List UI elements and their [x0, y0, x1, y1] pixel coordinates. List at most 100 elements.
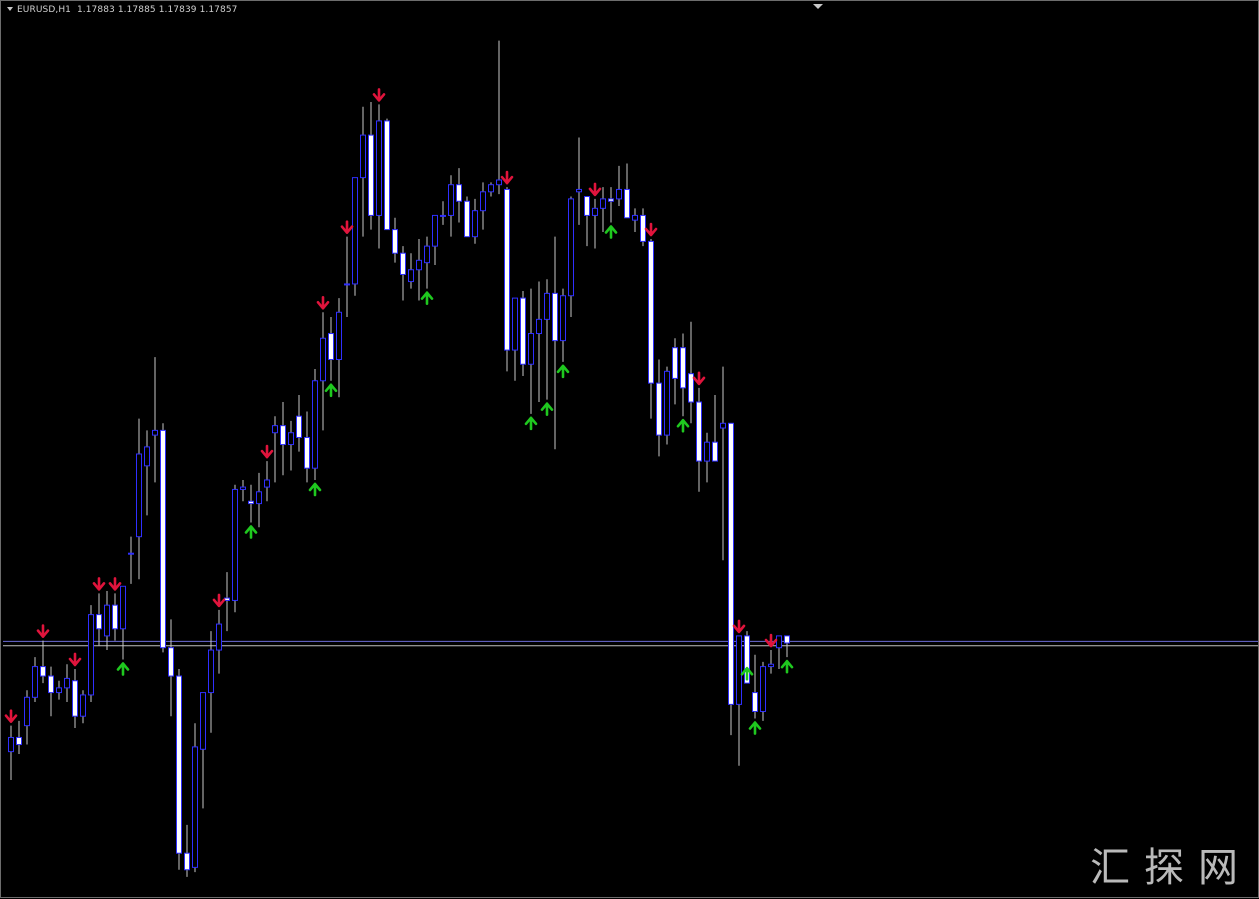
candle-body	[488, 184, 494, 193]
signal-arrow-down-icon	[260, 444, 274, 459]
candle-body	[496, 179, 502, 186]
candle-body	[440, 214, 446, 217]
candle-body	[288, 432, 294, 446]
candle-body	[216, 623, 222, 651]
candle-body	[584, 196, 590, 216]
candle-body	[232, 488, 238, 601]
candle-body	[360, 134, 366, 179]
chart-menu-triangle-icon[interactable]	[7, 7, 13, 11]
candle-body	[128, 552, 134, 555]
signal-arrow-down-icon	[36, 624, 50, 638]
candle-body	[608, 198, 614, 202]
candle-body	[616, 188, 622, 200]
candle-body	[24, 696, 30, 727]
candle-body	[696, 401, 702, 462]
signal-arrow-down-icon	[340, 220, 354, 234]
candle-body	[520, 297, 526, 365]
candle-body	[160, 429, 166, 649]
signal-arrow-down-icon	[212, 593, 226, 608]
candle-body	[512, 297, 518, 351]
signal-arrow-up-icon	[540, 402, 554, 416]
signal-arrow-up-icon	[324, 383, 338, 398]
candle-body	[144, 446, 150, 467]
candle-body	[712, 441, 718, 462]
candle-body	[656, 382, 662, 436]
candle-body	[48, 675, 54, 694]
signal-arrow-down-icon	[732, 619, 746, 634]
price-chart[interactable]	[1, 1, 1259, 899]
signal-arrow-up-icon	[116, 662, 130, 676]
signal-arrow-up-icon	[604, 225, 618, 239]
signal-arrow-down-icon	[644, 222, 658, 237]
candle-body	[8, 736, 14, 753]
chart-shift-marker-icon[interactable]	[813, 4, 823, 9]
candle-body	[248, 500, 254, 505]
candle-body	[96, 614, 102, 630]
signal-arrow-up-icon	[748, 721, 762, 735]
signal-arrow-up-icon	[420, 291, 434, 305]
candle-body	[784, 635, 790, 644]
candle-body	[344, 283, 350, 286]
candle-body	[256, 491, 262, 505]
chart-title-bar: EURUSD,H1 1.17883 1.17885 1.17839 1.1785…	[7, 5, 238, 15]
signal-arrow-down-icon	[588, 182, 602, 197]
candle-body	[472, 210, 478, 238]
candle-body	[176, 675, 182, 854]
candle-body	[416, 259, 422, 271]
candle-body	[272, 425, 278, 434]
candle-body	[704, 441, 710, 462]
chart-window[interactable]: EURUSD,H1 1.17883 1.17885 1.17839 1.1785…	[0, 0, 1259, 898]
candle-body	[400, 252, 406, 275]
candle-body	[192, 746, 198, 868]
candle-body	[376, 120, 382, 216]
watermark-logo: 汇探网	[1090, 845, 1252, 891]
candle-body	[720, 422, 726, 429]
signal-arrow-up-icon	[524, 416, 538, 431]
signal-arrow-down-icon	[692, 371, 706, 386]
candle-body	[88, 614, 94, 696]
candle-body	[504, 188, 510, 351]
signal-arrow-down-icon	[4, 709, 18, 723]
candle-body	[680, 347, 686, 389]
candle-body	[408, 269, 414, 283]
candle-body	[120, 585, 126, 630]
candle-body	[200, 692, 206, 750]
candle-body	[136, 453, 142, 538]
candle-body	[456, 184, 462, 202]
candle-body	[280, 425, 286, 446]
signal-arrow-down-icon	[372, 88, 386, 102]
candle-body	[72, 680, 78, 717]
candle-body	[168, 647, 174, 677]
candle-body	[640, 214, 646, 242]
candle-body	[552, 292, 558, 342]
candle-body	[448, 184, 454, 216]
candle-body	[264, 479, 270, 488]
candle-body	[240, 486, 246, 490]
candle-body	[464, 200, 470, 238]
candle-body	[592, 207, 598, 216]
signal-arrow-down-icon	[108, 577, 122, 591]
signal-arrow-up-icon	[676, 418, 690, 433]
candle-body	[632, 214, 638, 221]
candle-body	[568, 198, 574, 297]
signal-arrow-up-icon	[780, 659, 794, 674]
candle-body	[432, 214, 438, 247]
candle-body	[528, 333, 534, 365]
ohlc-readout: 1.17883 1.17885 1.17839 1.17857	[76, 5, 238, 15]
candle-body	[544, 292, 550, 320]
candle-body	[648, 240, 654, 384]
signal-arrow-down-icon	[92, 577, 106, 591]
candle-body	[736, 635, 742, 705]
candle-body	[312, 380, 318, 469]
candle-body	[672, 347, 678, 379]
candle-body	[56, 687, 62, 694]
candle-body	[208, 649, 214, 694]
candle-body	[776, 635, 782, 649]
candle-body	[184, 852, 190, 871]
candle-body	[368, 134, 374, 216]
candle-body	[664, 370, 670, 436]
candle-body	[424, 245, 430, 264]
signal-arrow-down-icon	[500, 170, 514, 185]
candle-body	[32, 666, 38, 698]
signal-arrow-down-icon	[764, 633, 778, 648]
